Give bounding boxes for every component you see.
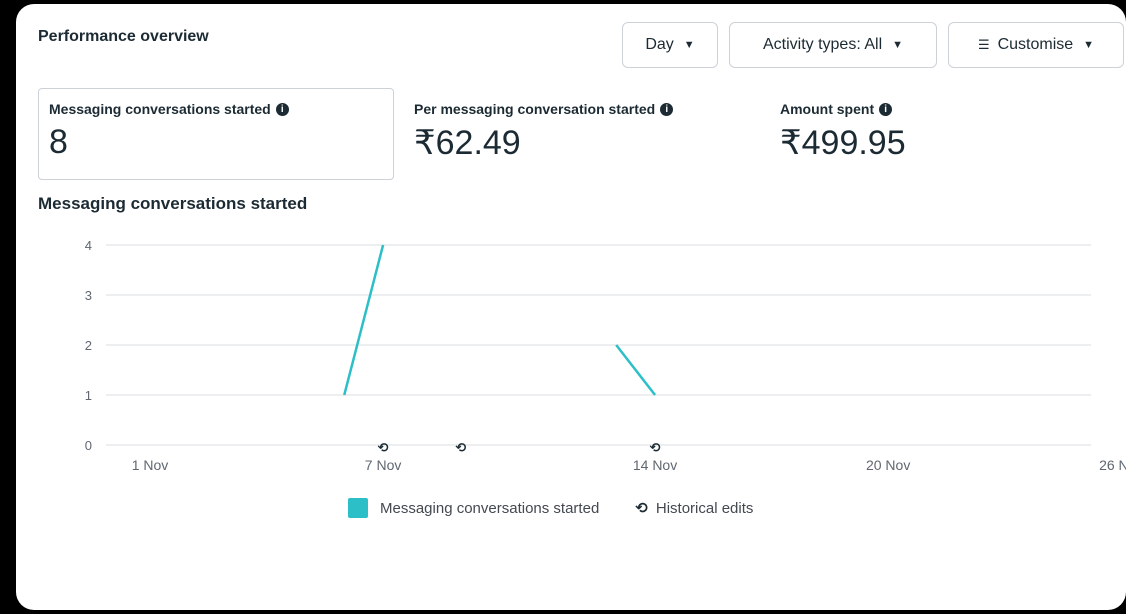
historical-edit-marker-icon: ⟲ [378,441,389,456]
historical-edit-marker-icon: ⟲ [650,441,661,456]
metric-value: 8 [49,123,68,161]
legend-swatch-conversations [348,498,368,518]
metric-value: ₹62.49 [414,124,521,162]
metric-value: ₹499.95 [780,124,906,162]
metric-label: Per messaging conversation started i [414,101,674,117]
caret-down-icon: ▼ [683,39,695,51]
x-tick-label: 26 Nov [1099,457,1126,473]
activity-types-label: Activity types: All [762,36,883,53]
customise-label: Customise [997,36,1074,53]
metric-card-conversations[interactable]: Messaging conversations started i 8 [38,88,394,180]
caret-down-icon: ▼ [892,39,904,51]
legend-label-historical-edits: Historical edits [655,499,754,517]
metric-card-amount-spent[interactable]: Amount spent i ₹499.95 [780,88,906,163]
legend-label-conversations: Messaging conversations started [380,499,600,517]
historical-edit-marker-icon: ⟲ [455,441,466,456]
customise-settings-icon: ☰ [977,37,990,52]
metric-label: Messaging conversations started i [49,101,383,117]
series-line-segment [615,344,657,396]
series-line-segment [343,244,385,396]
customise-dropdown-button[interactable]: ☰ Customise ▼ [948,22,1124,68]
chart-legend: Messaging conversations started ⟲ Histor… [348,498,753,518]
y-tick-label: 2 [85,338,92,353]
historical-edits-icon: ⟲ [635,500,648,517]
metric-label-text: Per messaging conversation started [414,101,656,117]
metric-label-text: Amount spent [780,101,875,117]
info-icon[interactable]: i [275,102,289,116]
caret-down-icon: ▼ [1083,39,1095,51]
x-tick-label: 20 Nov [866,457,910,473]
y-tick-label: 3 [85,288,92,303]
legend-item-historical-edits: ⟲ Historical edits [635,499,754,518]
y-tick-label: 1 [85,388,92,403]
x-tick-label: 1 Nov [132,457,169,473]
y-tick-label: 0 [85,438,92,453]
y-tick-label: 4 [85,238,92,253]
info-icon[interactable]: i [660,102,674,116]
metric-label: Amount spent i [780,101,906,117]
day-label: Day [645,36,674,53]
chart-title: Messaging conversations started [38,194,308,213]
line-chart: 0 1 2 3 4 1 Nov 7 Nov 14 Nov 20 Nov 26 Nov ⟲ ⟲ ⟲ [85,238,1126,473]
metric-card-cost-per-conversation[interactable]: Per messaging conversation started i ₹62… [414,88,674,163]
info-icon[interactable]: i [879,102,893,116]
day-dropdown-button[interactable]: Day ▼ [622,22,718,68]
performance-overview-card: Performance overview Day ▼ Activity type… [16,4,1126,610]
x-tick-label: 7 Nov [365,457,402,473]
metric-label-text: Messaging conversations started [49,101,271,117]
x-tick-label: 14 Nov [633,457,677,473]
page-title: Performance overview [38,28,209,45]
activity-types-dropdown-button[interactable]: Activity types: All ▼ [729,22,937,68]
